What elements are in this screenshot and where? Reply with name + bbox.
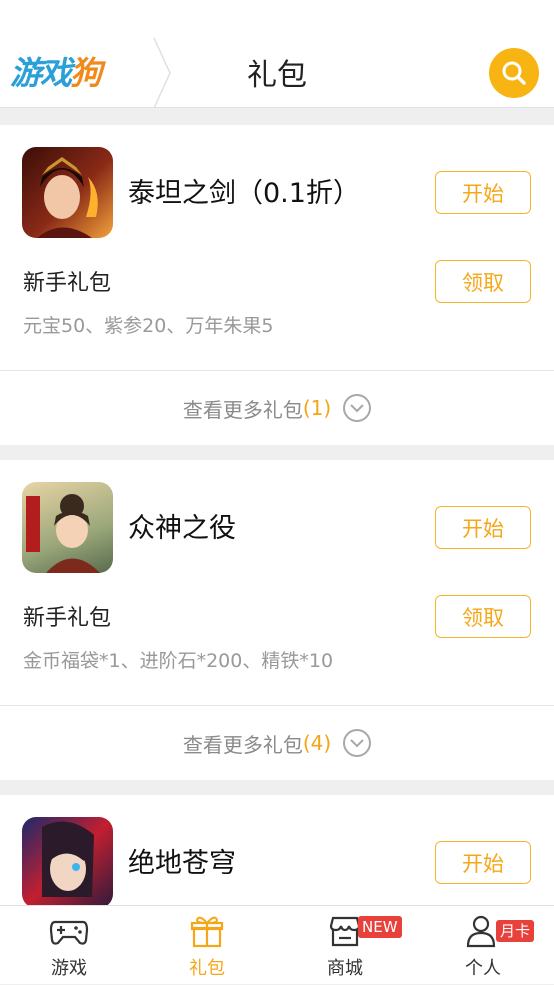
search-icon <box>502 61 526 85</box>
tab-gifts[interactable]: 礼包 <box>138 906 276 985</box>
start-button[interactable]: 开始 <box>435 171 531 214</box>
pack-count: (1) <box>302 396 332 420</box>
game-art-icon <box>26 494 100 573</box>
claim-button[interactable]: 领取 <box>435 260 531 303</box>
chevron-down-icon <box>343 729 372 757</box>
pack-title: 新手礼包 <box>23 271 112 296</box>
tab-label: 个人 <box>465 958 501 979</box>
search-button[interactable] <box>489 48 539 98</box>
game-name: 绝地苍穹 <box>128 848 236 879</box>
gamepad-icon <box>49 920 89 945</box>
tab-label: 商城 <box>327 958 363 979</box>
tab-store[interactable]: NEW 商城 <box>276 906 414 985</box>
claim-button[interactable]: 领取 <box>435 595 531 638</box>
view-more-label: 查看更多礼包 <box>182 732 303 757</box>
game-icon[interactable] <box>22 147 113 238</box>
new-badge: NEW <box>358 916 402 938</box>
tab-profile[interactable]: 月卡 个人 <box>414 906 552 985</box>
pack-description: 金币福袋*1、进阶石*200、精铁*10 <box>23 650 334 672</box>
app-header: 游戏狗 礼包 <box>0 0 554 108</box>
pack-title: 新手礼包 <box>23 606 112 631</box>
tab-label: 礼包 <box>189 958 225 979</box>
game-icon[interactable] <box>22 482 113 573</box>
game-icon[interactable] <box>22 817 113 905</box>
pack-count: (4) <box>302 731 332 755</box>
game-name: 众神之役 <box>128 513 236 544</box>
game-art-icon <box>37 157 98 238</box>
game-card: 众神之役 开始 新手礼包 领取 金币福袋*1、进阶石*200、精铁*10 查看更… <box>0 460 554 780</box>
game-name: 泰坦之剑（0.1折） <box>128 178 360 209</box>
game-card: 绝地苍穹 开始 <box>0 795 554 905</box>
view-more-label: 查看更多礼包 <box>182 397 303 422</box>
bottom-tab-bar: 游戏 礼包 NEW 商城 月卡 个人 <box>0 905 554 984</box>
start-button[interactable]: 开始 <box>435 841 531 884</box>
page-title: 礼包 <box>247 58 307 93</box>
monthly-card-badge: 月卡 <box>496 920 535 942</box>
chevron-down-icon <box>343 394 372 422</box>
game-art-icon <box>42 821 94 897</box>
pack-description: 元宝50、紫参20、万年朱果5 <box>23 315 274 337</box>
game-card: 泰坦之剑（0.1折） 开始 新手礼包 领取 元宝50、紫参20、万年朱果5 查看… <box>0 125 554 445</box>
view-more-packs[interactable]: 查看更多礼包 (1) <box>0 370 554 445</box>
tab-games[interactable]: 游戏 <box>0 906 138 985</box>
view-more-packs[interactable]: 查看更多礼包 (4) <box>0 705 554 780</box>
tab-label: 游戏 <box>51 958 87 979</box>
gift-icon <box>190 916 224 948</box>
start-button[interactable]: 开始 <box>435 506 531 549</box>
